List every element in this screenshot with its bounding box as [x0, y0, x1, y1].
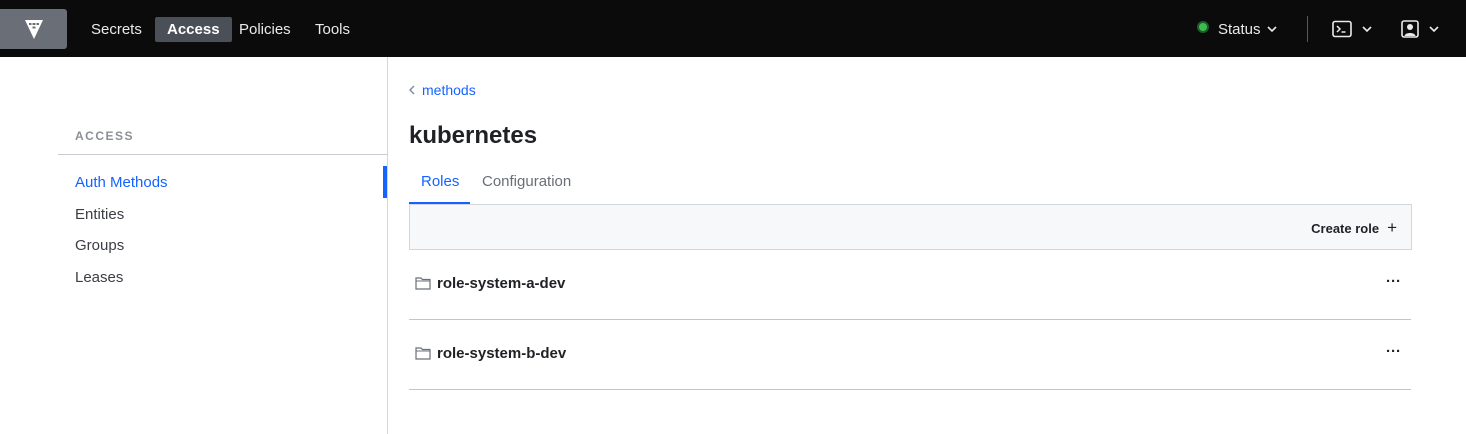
list-item-label[interactable]: role-system-a-dev — [437, 275, 565, 292]
sidebar-active-indicator — [383, 166, 387, 198]
status-menu[interactable]: Status — [1197, 17, 1277, 42]
more-options-icon[interactable]: ··· — [1386, 343, 1401, 360]
top-nav: Secrets Access Policies Tools Status — [0, 0, 1466, 57]
console-menu-button[interactable] — [1332, 18, 1372, 40]
sidebar-item-entities[interactable]: Entities — [75, 206, 124, 223]
vault-logo-icon — [24, 20, 43, 39]
create-role-button[interactable]: Create role + — [1311, 218, 1397, 238]
list-item-label[interactable]: role-system-b-dev — [437, 345, 566, 362]
terminal-icon — [1332, 20, 1352, 38]
sidebar-divider — [58, 154, 388, 155]
breadcrumb-label: methods — [422, 82, 476, 98]
folder-icon — [415, 347, 431, 360]
chevron-down-icon — [1362, 25, 1372, 32]
sidebar-item-auth-methods[interactable]: Auth Methods — [75, 174, 168, 191]
list-item[interactable]: role-system-b-dev ··· — [409, 320, 1411, 390]
nav-tools[interactable]: Tools — [303, 17, 362, 42]
folder-icon — [415, 277, 431, 290]
chevron-left-icon — [409, 85, 415, 95]
plus-icon: + — [1387, 218, 1397, 237]
status-label: Status — [1218, 21, 1261, 38]
chevron-down-icon — [1429, 25, 1439, 32]
status-indicator-icon — [1197, 20, 1209, 33]
chevron-down-icon — [1266, 26, 1277, 33]
page-title: kubernetes — [409, 122, 538, 149]
nav-policies[interactable]: Policies — [227, 17, 303, 42]
sidebar-item-leases[interactable]: Leases — [75, 269, 123, 286]
more-options-icon[interactable]: ··· — [1386, 273, 1401, 290]
toolbar: Create role + — [409, 204, 1412, 250]
sidebar-heading: ACCESS — [75, 129, 135, 143]
tab-configuration[interactable]: Configuration — [482, 173, 571, 190]
nav-secrets[interactable]: Secrets — [79, 17, 154, 42]
breadcrumb-back-link[interactable]: methods — [409, 82, 476, 98]
list-item[interactable]: role-system-a-dev ··· — [409, 250, 1411, 320]
divider — [1307, 16, 1308, 42]
user-menu-button[interactable] — [1401, 18, 1439, 40]
tab-roles[interactable]: Roles — [421, 173, 459, 190]
create-role-label: Create role — [1311, 220, 1380, 236]
nav-access[interactable]: Access — [155, 17, 232, 42]
sidebar: ACCESS Auth Methods Entities Groups Leas… — [0, 57, 388, 434]
vault-logo[interactable] — [0, 9, 67, 49]
user-icon — [1401, 20, 1419, 38]
sidebar-item-groups[interactable]: Groups — [75, 237, 124, 254]
